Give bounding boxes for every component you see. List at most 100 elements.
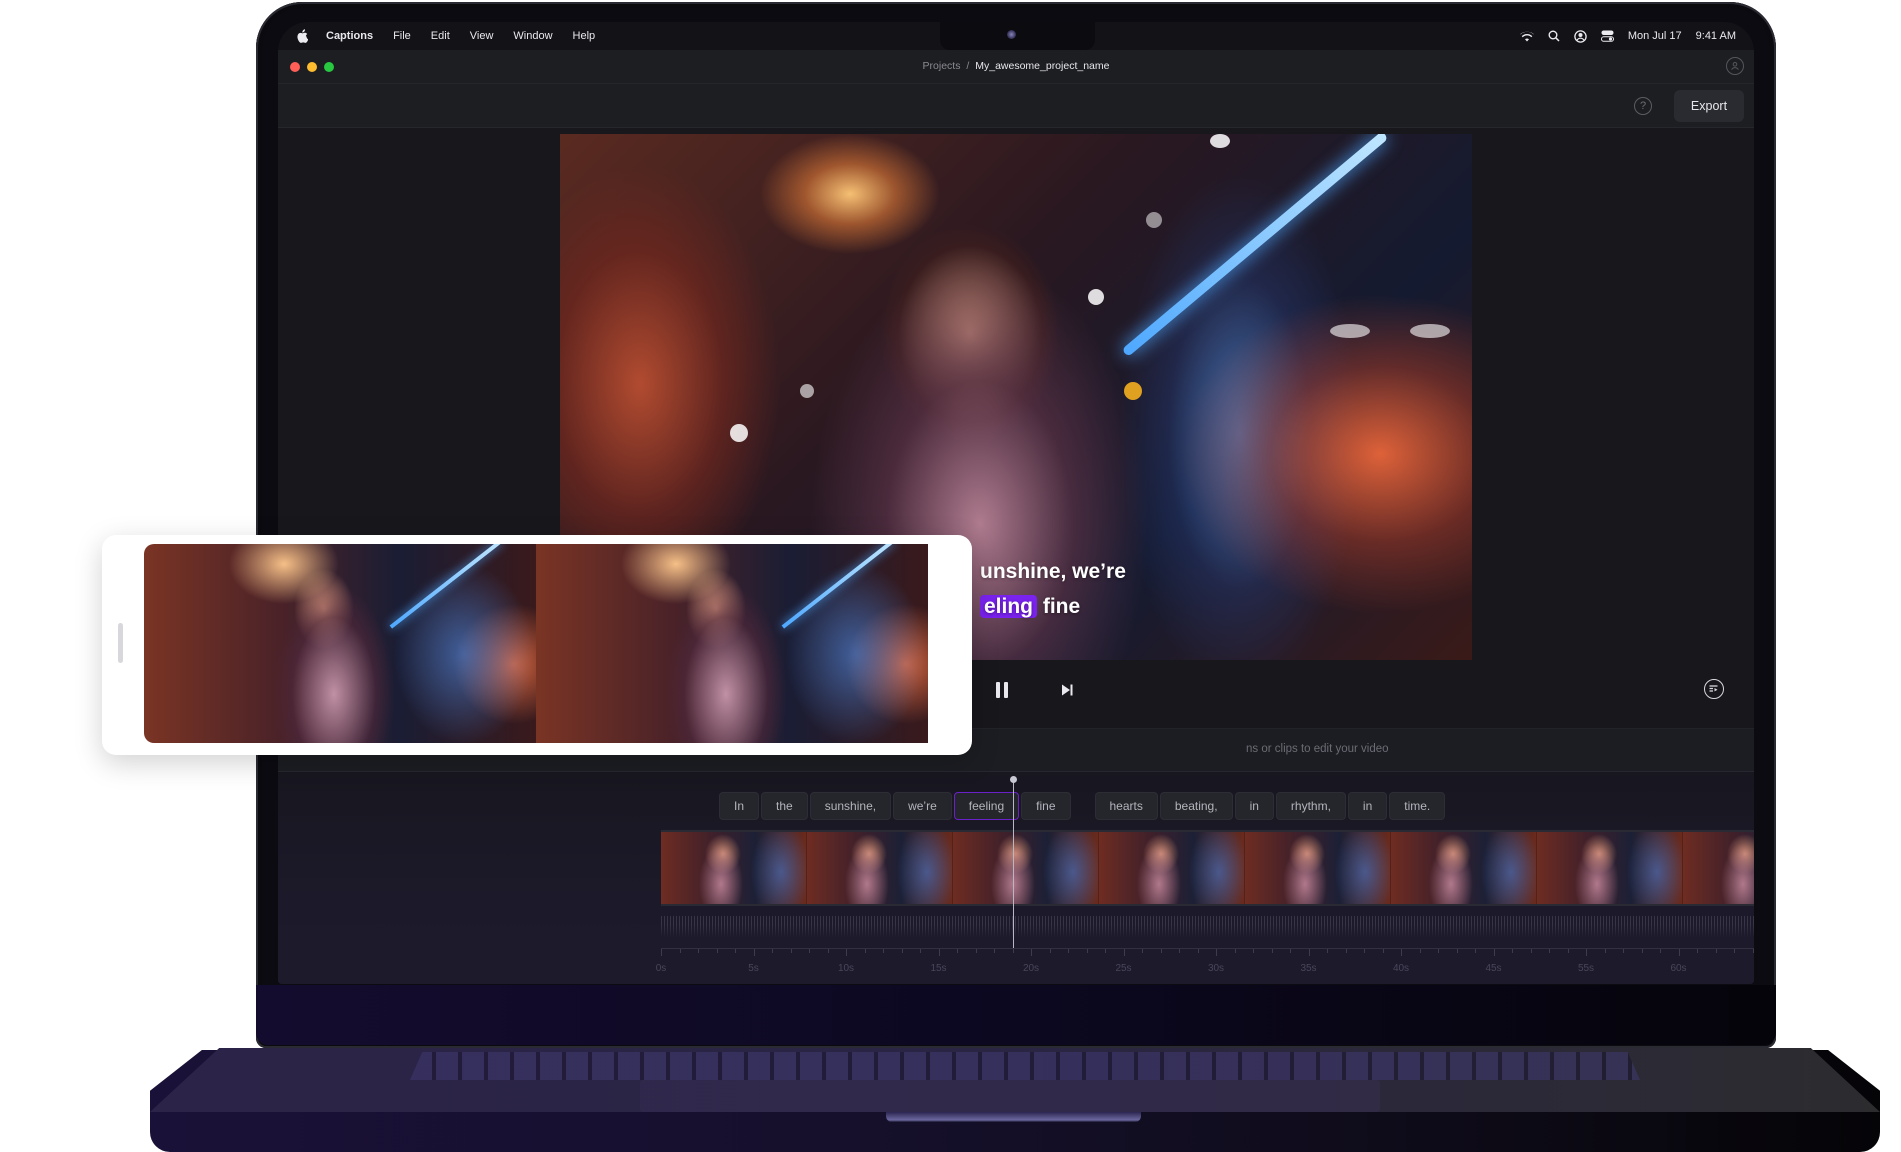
export-button[interactable]: Export: [1674, 90, 1744, 122]
video-bokeh: [1330, 324, 1370, 338]
ruler-tick: [1234, 949, 1236, 953]
laptop-lid-chin: [256, 985, 1776, 1045]
transcript-word[interactable]: rhythm,: [1275, 792, 1346, 820]
ruler-tick: [975, 949, 977, 953]
transcript-word[interactable]: in: [1347, 792, 1388, 820]
ruler-label: 10s: [837, 963, 855, 974]
filmstrip-frame: [807, 832, 953, 904]
menu-time[interactable]: 9:41 AM: [1696, 30, 1736, 42]
ruler-tick: [1715, 949, 1717, 953]
transcript-word[interactable]: feeling: [953, 792, 1020, 820]
account-button[interactable]: [1726, 57, 1744, 75]
ruler-tick: [772, 949, 773, 953]
transcript-word[interactable]: in: [1234, 792, 1274, 820]
ruler-tick: [1364, 949, 1365, 953]
breadcrumb-projects[interactable]: Projects: [923, 60, 961, 72]
camera-icon: [1007, 30, 1016, 39]
ruler-tick: [1086, 949, 1088, 953]
filmstrip-frame: [1245, 832, 1391, 904]
caption-word: fine: [1042, 595, 1081, 618]
menu-edit[interactable]: Edit: [431, 30, 450, 42]
ruler-tick: [1216, 949, 1217, 956]
transcript-word[interactable]: we’re: [893, 792, 952, 820]
menu-bar-status: Mon Jul 17 9:41 AM: [1519, 29, 1736, 43]
toolbar: ? Export: [278, 84, 1754, 128]
filmstrip-frame: [1391, 832, 1537, 904]
ruler-tick: [1512, 949, 1513, 953]
phone-grip-handle: [118, 623, 123, 663]
playhead[interactable]: [1009, 776, 1017, 948]
transcript-word[interactable]: the: [761, 792, 808, 820]
menu-window[interactable]: Window: [513, 30, 552, 42]
preview-frame: [536, 544, 928, 743]
help-button[interactable]: ?: [1634, 97, 1652, 115]
ruler-tick: [1734, 949, 1735, 953]
transcript-word[interactable]: hearts: [1094, 792, 1158, 820]
filmstrip-frame: [1683, 832, 1754, 904]
ruler-tick: [994, 949, 995, 953]
skip-next-icon[interactable]: [1060, 683, 1074, 702]
ruler-tick: [938, 949, 940, 956]
ruler-tick: [1660, 949, 1661, 953]
transcript-word[interactable]: fine: [1021, 792, 1071, 820]
caption-highlight-word: eling: [980, 595, 1038, 618]
ruler-tick: [1438, 949, 1439, 953]
ruler-tick: [1678, 949, 1680, 956]
captions-style-icon[interactable]: [1704, 679, 1724, 699]
user-circle-icon[interactable]: [1574, 29, 1587, 43]
time-ruler[interactable]: 0s 5s 10s 15s 20s 25s 30s 35s 40s 45s 55s 60s: [656, 948, 1754, 978]
video-bokeh: [1410, 324, 1450, 338]
ruler-tick: [1530, 949, 1532, 953]
video-bokeh: [1088, 289, 1104, 305]
ruler-label: 60s: [1670, 963, 1687, 974]
ruler-tick: [1308, 949, 1310, 956]
menu-help[interactable]: Help: [573, 30, 596, 42]
video-bokeh: [1124, 382, 1142, 400]
control-center-icon[interactable]: [1600, 30, 1614, 42]
menu-date[interactable]: Mon Jul 17: [1628, 30, 1682, 42]
ruler-tick: [716, 949, 718, 953]
ruler-tick: [1641, 949, 1643, 953]
transcript-word[interactable]: sunshine,: [809, 792, 892, 820]
ruler-tick: [957, 949, 958, 953]
breadcrumb-separator: /: [966, 60, 970, 72]
breadcrumb-project-name[interactable]: My_awesome_project_name: [975, 60, 1109, 72]
app-window: Projects / My_awesome_project_name ? Exp…: [278, 50, 1754, 984]
menu-view[interactable]: View: [470, 30, 494, 42]
transcript-word[interactable]: In: [719, 792, 760, 820]
ruler-tick: [1604, 949, 1606, 953]
ruler-tick: [679, 949, 681, 953]
ruler-tick: [1567, 949, 1569, 953]
transcript-word[interactable]: time.: [1389, 792, 1446, 820]
laptop-screen: Captions File Edit View Window Help Mon …: [278, 22, 1754, 984]
ruler-tick: [698, 949, 699, 953]
wifi-icon[interactable]: [1519, 31, 1534, 42]
ruler-tick: [661, 949, 662, 956]
ruler-tick: [1401, 949, 1402, 956]
title-bar: Projects / My_awesome_project_name: [278, 50, 1754, 84]
ruler-tick: [1123, 949, 1125, 956]
search-icon[interactable]: [1548, 30, 1560, 42]
pause-icon[interactable]: [996, 682, 1010, 698]
menu-app-name[interactable]: Captions: [326, 30, 373, 42]
ruler-tick: [1382, 949, 1384, 953]
ruler-tick: [1327, 949, 1328, 953]
caption-line-1: unshine, we’re: [980, 560, 1126, 583]
ruler-tick: [1105, 949, 1106, 953]
filmstrip-frame: [1099, 832, 1245, 904]
ruler-tick: [1253, 949, 1254, 953]
preview-neon: [781, 544, 895, 629]
ruler-tick: [864, 949, 866, 953]
ruler-tick: [1345, 949, 1347, 953]
ruler-tick: [1160, 949, 1162, 953]
transcript-word[interactable]: beating,: [1159, 792, 1233, 820]
audio-waveform[interactable]: [661, 916, 1754, 938]
video-caption[interactable]: unshine, we’re eling fine: [980, 554, 1126, 624]
menu-file[interactable]: File: [393, 30, 411, 42]
apple-logo-icon[interactable]: [296, 29, 309, 43]
video-bokeh: [1210, 134, 1230, 148]
mobile-preview-screen: [144, 544, 984, 743]
video-filmstrip[interactable]: [661, 830, 1754, 906]
ruler-tick: [1493, 949, 1495, 956]
ruler-label: 45s: [1485, 963, 1502, 974]
